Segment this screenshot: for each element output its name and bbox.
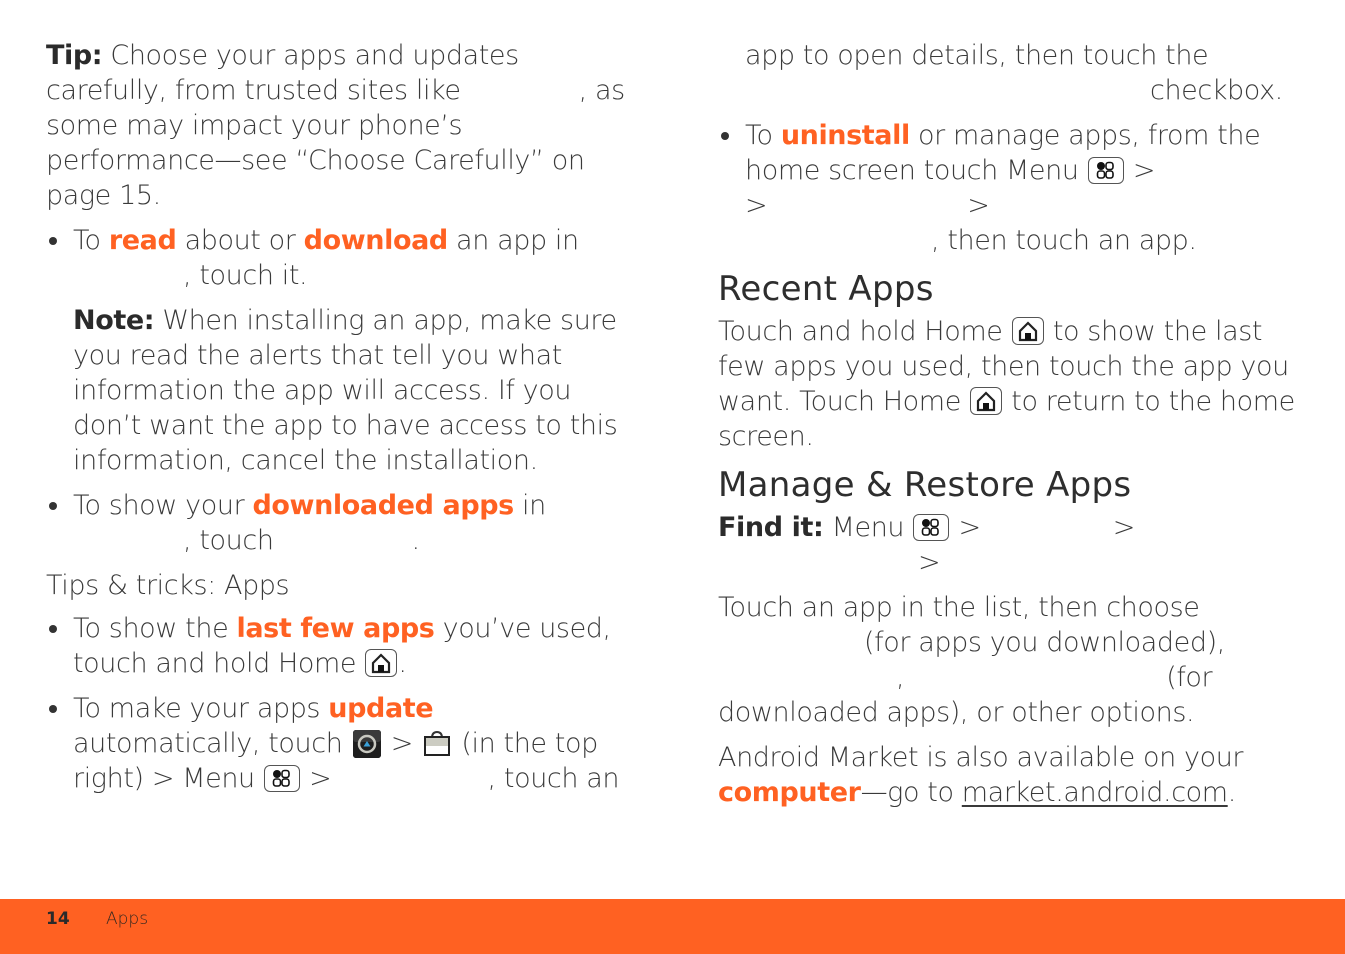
page-footer: 14 Apps	[0, 899, 1345, 954]
list-item-uninstall: To uninstall or manage apps, from the ho…	[718, 118, 1308, 258]
tip-text: Choose your apps and updates carefully, …	[46, 40, 519, 106]
list-item-read-download: To read about or download an app in, tou…	[46, 223, 626, 293]
tip-label: Tip:	[46, 40, 103, 71]
page-number: 14	[46, 909, 70, 929]
list-item-last-few-apps: To show the last few apps you’ve used, t…	[46, 611, 626, 681]
market-android-link[interactable]: market.android.com	[962, 777, 1228, 808]
home-icon	[1011, 317, 1044, 345]
section-title: Apps	[106, 909, 149, 929]
market-app-icon	[352, 730, 381, 758]
note-paragraph: Note: When installing an app, make sure …	[46, 303, 626, 478]
keyword-uninstall: uninstall	[780, 120, 910, 151]
recent-apps-paragraph: Touch and hold Home to show the last few…	[718, 316, 1295, 452]
keyword-update: update	[328, 693, 434, 724]
find-it-label: Find it:	[718, 512, 824, 543]
list-item-update: To make your apps update automatically, …	[46, 691, 626, 796]
keyword-download: download	[303, 225, 449, 256]
home-icon	[365, 649, 398, 677]
find-it-paragraph: Find it: Menu > > >	[718, 512, 1135, 578]
market-paragraph: Android Market is also available on your…	[718, 742, 1244, 808]
menu-icon	[913, 514, 950, 541]
list-item-downloaded-apps: To show your downloaded apps in, touch.	[46, 488, 626, 558]
right-column: app to open details, then touch the chec…	[718, 38, 1308, 820]
touch-app-paragraph: Touch an app in the list, then choose (f…	[718, 592, 1225, 728]
keyword-read: read	[108, 225, 177, 256]
update-continuation: app to open details, then touch the chec…	[745, 40, 1283, 106]
menu-icon	[263, 765, 300, 792]
recent-apps-heading: Recent Apps	[718, 269, 934, 309]
keyword-computer: computer	[718, 777, 861, 808]
home-icon	[970, 387, 1003, 415]
manage-restore-heading: Manage & Restore Apps	[718, 465, 1132, 505]
shopping-bag-icon	[423, 729, 451, 757]
keyword-downloaded-apps: downloaded apps	[252, 490, 514, 521]
note-label: Note:	[73, 305, 155, 336]
tips-tricks-heading: Tips & tricks: Apps	[46, 570, 290, 601]
menu-icon	[1087, 157, 1124, 184]
tip-paragraph: Tip: Choose your apps and updates carefu…	[46, 38, 626, 213]
left-column: Tip: Choose your apps and updates carefu…	[46, 38, 626, 806]
keyword-last-few-apps: last few apps	[236, 613, 435, 644]
note-text: When installing an app, make sure you re…	[73, 305, 618, 476]
